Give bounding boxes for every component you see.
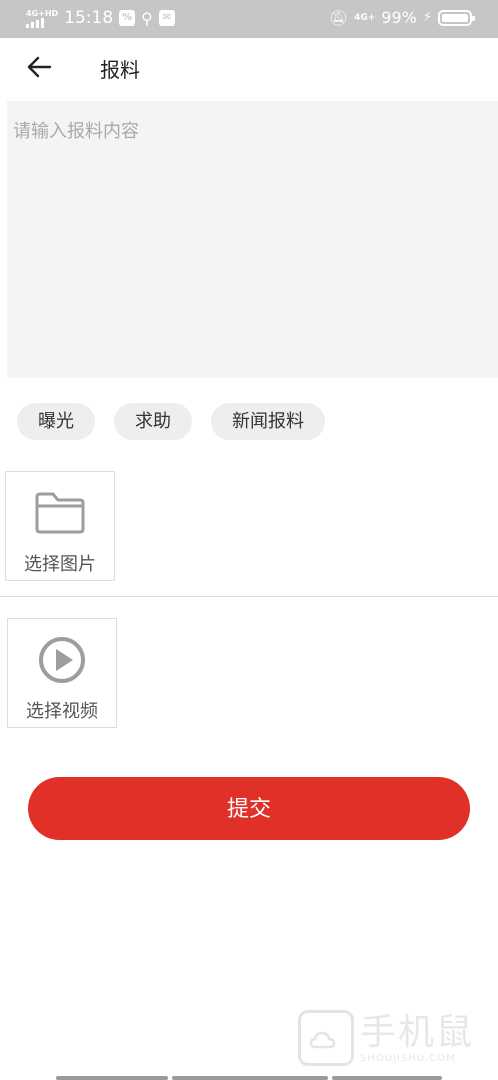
play-circle-icon: [36, 637, 88, 683]
network-type: 4G+HD: [26, 8, 59, 18]
watermark-cn: 手机鼠: [359, 1011, 474, 1053]
page-title: 报料: [100, 58, 140, 82]
report-content-input[interactable]: [7, 101, 498, 378]
status-time: 15:18: [64, 8, 114, 28]
signal-bars-icon: [26, 17, 44, 28]
header: 报料: [0, 38, 498, 98]
nav-segment: [56, 1076, 168, 1080]
navigation-bar: [56, 1076, 442, 1080]
charging-icon: ⚡: [422, 10, 432, 25]
divider: [0, 596, 498, 597]
submit-button[interactable]: 提交: [28, 777, 470, 840]
nav-segment: [332, 1076, 442, 1080]
mail-icon: ✉: [158, 10, 175, 26]
status-bar: 4G+HD 15:18 % ⚲ ✉ 🔕︎ 4G+ 99% ⚡: [0, 0, 498, 38]
arrow-left-icon: [27, 56, 52, 78]
battery-icon: [438, 9, 475, 26]
watermark-logo: 手机鼠 SHOUJISHU.COM: [297, 1010, 474, 1066]
signal-indicator: 4G+HD: [26, 9, 58, 28]
back-button[interactable]: [24, 52, 54, 82]
battery-percent: 99%: [381, 8, 417, 27]
nav-segment: [172, 1076, 328, 1080]
folder-icon: [34, 490, 86, 536]
status-bar-right: 🔕︎ 4G+ 99% ⚡: [329, 8, 475, 27]
watermark-en: SHOUJISHU.COM: [359, 1052, 456, 1064]
tag-news-report[interactable]: 新闻报料: [211, 403, 325, 440]
select-video-button[interactable]: 选择视频: [7, 618, 117, 728]
usb-icon: ⚲: [141, 8, 153, 28]
select-video-label: 选择视频: [26, 701, 98, 722]
mute-icon: 🔕︎: [329, 8, 349, 27]
right-network-type: 4G+: [354, 12, 376, 23]
status-bar-left: 4G+HD 15:18 % ⚲ ✉: [26, 8, 175, 28]
app-notification-icon: %: [119, 10, 136, 26]
watermark-text: 手机鼠 SHOUJISHU.COM: [359, 1011, 474, 1064]
tag-list: 曝光 求助 新闻报料: [17, 403, 325, 440]
tag-help[interactable]: 求助: [114, 403, 192, 440]
select-image-label: 选择图片: [24, 554, 96, 575]
select-image-button[interactable]: 选择图片: [5, 471, 115, 581]
tag-exposure[interactable]: 曝光: [17, 403, 95, 440]
watermark-icon: [297, 1010, 354, 1066]
